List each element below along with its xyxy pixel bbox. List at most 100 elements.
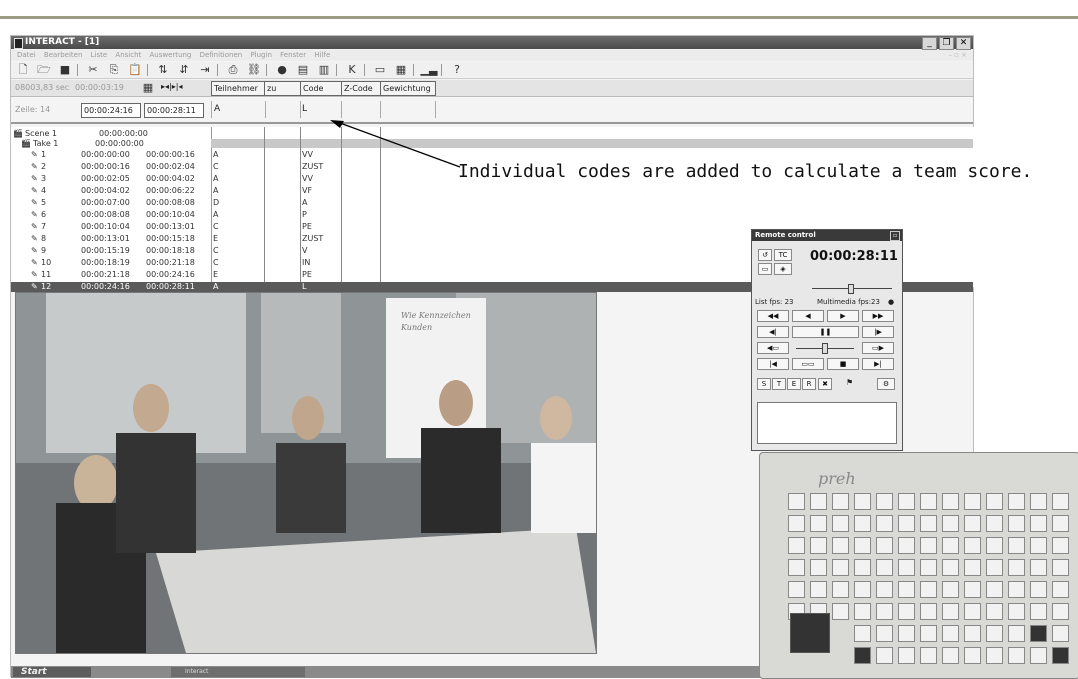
event-start: 00:00:18:19 [81, 258, 130, 267]
scene-icon: 🎬 [13, 129, 23, 138]
svg-text:Kunden: Kunden [400, 323, 432, 332]
rewind-button[interactable]: ◀ [792, 310, 824, 322]
help-icon[interactable]: ? [448, 63, 466, 77]
r-button[interactable]: R [802, 378, 816, 390]
taskbar-interact-item[interactable]: Interact [171, 667, 305, 677]
start-time-input[interactable]: 00:00:24:16 [81, 103, 141, 118]
keypad-key [898, 647, 915, 664]
event-row[interactable]: ✎ 5 00:00:07:00 00:00:08:08 D A [11, 198, 973, 208]
col-gewichtung[interactable]: Gewichtung [380, 81, 436, 96]
merge-icon[interactable]: ⇥ [196, 63, 214, 77]
event-row[interactable]: ✎ 1 00:00:00:00 00:00:00:16 A VV [11, 150, 973, 160]
event-icon: ✎ [31, 174, 38, 183]
menu-definitionen[interactable]: Definitionen [200, 50, 243, 61]
keypad-key [920, 537, 937, 554]
event-icon: ✎ [31, 186, 38, 195]
remote-notes-area[interactable] [757, 402, 897, 444]
step-buttons[interactable]: ▸◂|▸|◂ [161, 82, 182, 91]
menu-liste[interactable]: Liste [91, 50, 108, 61]
time-readout: 00:00:03:19 [75, 83, 124, 92]
keypad-key [1052, 647, 1069, 664]
fast-rewind-button[interactable]: ◀◀ [757, 310, 789, 322]
menu-bearbeiten[interactable]: Bearbeiten [44, 50, 82, 61]
paste-icon[interactable]: 📋 [126, 63, 144, 77]
frame-back-button[interactable]: ◀| [757, 326, 789, 338]
jog-slider-thumb[interactable] [822, 343, 828, 354]
speed-slider-thumb[interactable] [848, 284, 854, 294]
menu-fenster[interactable]: Fenster [280, 50, 306, 61]
app-icon [14, 38, 23, 49]
copy-icon[interactable]: ⎘ [105, 63, 123, 77]
mdi-controls[interactable]: – ▫ × [948, 50, 967, 61]
media-icon[interactable]: ● [273, 63, 291, 77]
col-z-code[interactable]: Z-Code [341, 81, 381, 96]
menu-datei[interactable]: Datei [17, 50, 36, 61]
kappa-icon[interactable]: K [343, 63, 361, 77]
keypad-key [876, 559, 893, 576]
t-button[interactable]: T [772, 378, 786, 390]
open-folder-icon[interactable]: 🗁 [35, 63, 53, 77]
open-media-icon[interactable]: ▭ [758, 263, 772, 275]
jump-forward-button[interactable]: ▭▶ [862, 342, 894, 354]
e-button[interactable]: E [787, 378, 801, 390]
sort-icon[interactable]: ⇅ [154, 63, 172, 77]
event-row[interactable]: ✎ 6 00:00:08:08 00:00:10:04 A P [11, 210, 973, 220]
segment-button[interactable]: ▭▭ [792, 358, 824, 370]
keypad-key [810, 493, 827, 510]
frame-forward-button[interactable]: |▶ [862, 326, 894, 338]
keypad-key [920, 515, 937, 532]
grid-icon[interactable]: ▦ [392, 63, 410, 77]
event-row[interactable]: ✎ 4 00:00:04:02 00:00:06:22 A VF [11, 186, 973, 196]
menu-hilfe[interactable]: Hilfe [314, 50, 330, 61]
loop-icon[interactable]: ↺ [758, 249, 772, 261]
filter-icon[interactable]: ⇵ [175, 63, 193, 77]
minimize-button[interactable]: _ [922, 37, 937, 50]
window-icon[interactable]: ▭ [371, 63, 389, 77]
menu-ansicht[interactable]: Ansicht [115, 50, 141, 61]
participant-input[interactable]: A [211, 101, 266, 118]
stop-button[interactable]: ■ [827, 358, 859, 370]
keypad-key [964, 559, 981, 576]
col-teilnehmer[interactable]: Teilnehmer [211, 81, 265, 96]
report-icon[interactable]: ▥ [315, 63, 333, 77]
to-whom-input[interactable] [264, 101, 301, 118]
event-start: 00:00:00:16 [81, 162, 130, 171]
col-zu-wem[interactable]: zu wem [264, 81, 301, 106]
menu-auswertung[interactable]: Auswertung [150, 50, 192, 61]
export-icon[interactable]: ▤ [294, 63, 312, 77]
settings-icon[interactable]: ⚙ [877, 378, 895, 390]
start-button[interactable]: Start [13, 667, 91, 677]
capture-icon[interactable]: ◈ [774, 263, 792, 275]
close-button[interactable]: ✕ [956, 37, 971, 50]
link-icon[interactable]: ⛓ [245, 63, 263, 77]
pause-button[interactable]: ❚❚ [792, 326, 859, 338]
code-header-bar: 08003,83 sec 00:00:03:19 ▦ ▸◂|▸|◂ Teilne… [11, 80, 973, 106]
event-number: 4 [41, 186, 47, 195]
play-button[interactable]: ▶ [827, 310, 859, 322]
remote-close-icon[interactable]: ▫ [890, 231, 900, 241]
scene-row[interactable]: 🎬 Scene 1 00:00:00:00 [11, 129, 973, 139]
new-file-icon[interactable]: 🗋 [14, 63, 32, 77]
tc-button[interactable]: TC [774, 249, 792, 261]
cut-icon[interactable]: ✂ [84, 63, 102, 77]
goto-end-button[interactable]: ▶| [862, 358, 894, 370]
save-icon[interactable]: ■ [56, 63, 74, 77]
s-button[interactable]: S [757, 378, 771, 390]
calendar-icon[interactable]: ▦ [139, 81, 157, 95]
event-participant: A [213, 174, 219, 183]
fast-forward-button[interactable]: ▶▶ [862, 310, 894, 322]
menu-plugin[interactable]: Plugin [250, 50, 271, 61]
toolbar-divider [441, 64, 442, 76]
print-icon[interactable]: ⎙ [224, 63, 242, 77]
take-row[interactable]: 🎬 Take 1 00:00:00:00 [11, 139, 973, 149]
marker-icon[interactable]: ⚑ [846, 378, 853, 387]
end-time-input[interactable]: 00:00:28:11 [144, 103, 204, 118]
maximize-button[interactable]: ❐ [939, 37, 954, 50]
keypad-key [1030, 581, 1047, 598]
chart-icon[interactable]: ▁▃ [420, 63, 438, 77]
event-code: V [302, 246, 308, 255]
delete-icon[interactable]: ✖ [818, 378, 832, 390]
jump-back-button[interactable]: ◀▭ [757, 342, 789, 354]
col-code[interactable]: Code [300, 81, 342, 96]
goto-start-button[interactable]: |◀ [757, 358, 789, 370]
